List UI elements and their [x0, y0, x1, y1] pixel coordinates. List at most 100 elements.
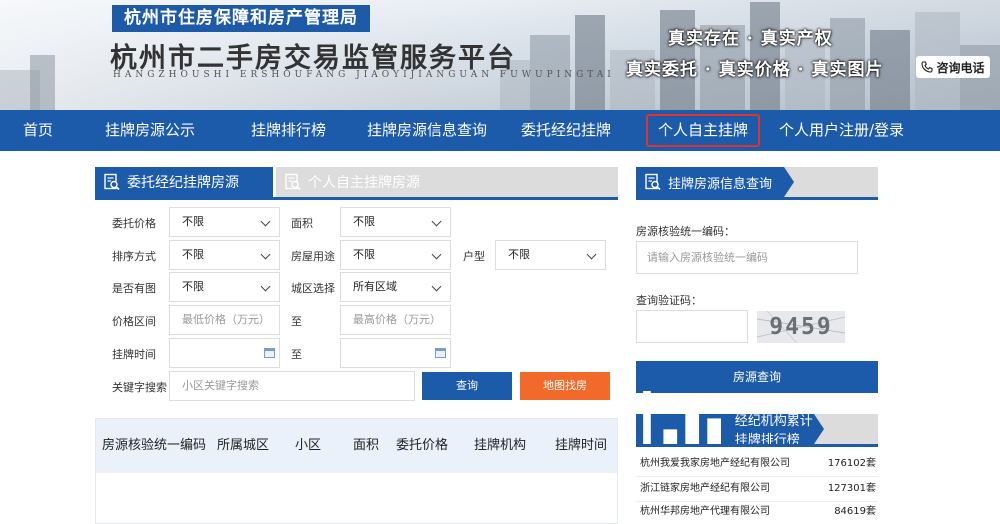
nav-item-personal-listing[interactable]: 个人自主挂牌 — [646, 114, 761, 147]
slogan-line-2: 真实委托 · 真实价格 · 真实图片 — [626, 60, 884, 80]
photo-select[interactable]: 不限 — [169, 272, 280, 302]
layout-select[interactable]: 不限 — [495, 240, 606, 270]
usage-label: 房屋用途 — [291, 250, 335, 263]
nav-item-listing-query[interactable]: 挂牌房源信息查询 — [367, 110, 487, 151]
sort-select-value: 不限 — [182, 248, 204, 261]
results-table: 房源核验统一编码 所属城区 小区 面积 委托价格 挂牌机构 挂牌时间 — [95, 418, 618, 524]
consult-phone-button[interactable]: 咨询电话 — [916, 56, 990, 78]
price-min-input[interactable]: 最低价格（万元） — [169, 305, 280, 335]
captcha-input[interactable] — [636, 310, 748, 343]
chevron-down-icon — [431, 249, 442, 260]
price-range-label: 价格区间 — [112, 315, 156, 328]
consult-phone-label: 咨询电话 — [936, 60, 985, 75]
district-label: 城区选择 — [291, 282, 335, 295]
price-max-input[interactable]: 最高价格（万元） — [340, 305, 451, 335]
ranking-count: 84619套 — [834, 506, 876, 517]
map-search-button[interactable]: 地图找房 — [520, 372, 610, 400]
district-select[interactable]: 所有区域 — [340, 272, 451, 302]
column-header-code: 房源核验统一编码 — [102, 438, 207, 453]
keyword-label: 关键字搜索 — [112, 381, 167, 394]
captcha-label: 查询验证码： — [636, 294, 702, 307]
tab-personal-listings-label: 个人自主挂牌房源 — [308, 175, 420, 191]
code-label: 房源核验统一编码： — [636, 225, 735, 238]
column-header-community: 小区 — [295, 438, 322, 453]
header-banner: 杭州市住房保障和房产管理局 杭州市二手房交易监管服务平台 HANGZHOUSHI… — [0, 0, 1000, 110]
listing-time-start-input[interactable] — [169, 338, 280, 368]
document-search-icon — [645, 173, 661, 191]
price-select-value: 不限 — [182, 215, 204, 228]
search-button[interactable]: 查询 — [422, 372, 512, 400]
document-search-icon — [285, 173, 301, 191]
sort-select[interactable]: 不限 — [169, 240, 280, 270]
skyline-building — [575, 15, 605, 110]
ranking-row[interactable]: 杭州我爱我家房地产经纪有限公司 176102套 — [640, 452, 878, 476]
column-header-district: 所属城区 — [217, 438, 270, 453]
photo-label: 是否有图 — [112, 282, 156, 295]
bureau-name: 杭州市住房保障和房产管理局 — [112, 5, 370, 32]
document-search-icon — [104, 173, 120, 191]
layout-label: 户型 — [463, 250, 485, 263]
nav-item-home[interactable]: 首页 — [23, 110, 53, 151]
main-nav: 首页 挂牌房源公示 挂牌排行榜 挂牌房源信息查询 委托经纪挂牌 个人自主挂牌 个… — [0, 110, 1000, 151]
captcha-image[interactable]: 9459 — [757, 311, 845, 343]
keyword-input[interactable]: 小区关键字搜索 — [169, 371, 415, 401]
price-label: 委托价格 — [112, 217, 156, 230]
area-select-value: 不限 — [353, 215, 375, 228]
chevron-down-icon — [586, 249, 597, 260]
skyline-building — [30, 55, 55, 110]
chevron-down-icon — [260, 281, 271, 292]
ranking-agency-name: 杭州华邦房地产代理有限公司 — [640, 506, 770, 517]
chevron-down-icon — [260, 216, 271, 227]
listing-time-end-input[interactable] — [340, 338, 451, 368]
calendar-icon[interactable] — [264, 348, 275, 358]
ranking-row[interactable]: 杭州华邦房地产代理有限公司 84619套 — [640, 500, 878, 524]
query-panel-title-label: 挂牌房源信息查询 — [668, 176, 773, 192]
ranking-count: 127301套 — [827, 483, 876, 494]
query-tab-underline — [636, 197, 878, 200]
usage-select-value: 不限 — [353, 248, 375, 261]
ranking-tab-arrow — [814, 414, 824, 444]
platform-pinyin: HANGZHOUSHI ERSHOUFANG JIAOYIJIANGUAN FU… — [113, 70, 615, 80]
layout-select-value: 不限 — [508, 248, 530, 261]
nav-item-listing-publicity[interactable]: 挂牌房源公示 — [105, 110, 195, 151]
calendar-icon[interactable] — [435, 348, 446, 358]
column-header-price: 委托价格 — [396, 438, 449, 453]
chevron-down-icon — [431, 281, 442, 292]
code-input[interactable]: 请输入房源核验统一编码 — [636, 241, 858, 274]
ranking-count: 176102套 — [827, 458, 876, 469]
usage-select[interactable]: 不限 — [340, 240, 451, 270]
column-header-agency: 挂牌机构 — [474, 438, 527, 453]
area-label: 面积 — [291, 217, 313, 230]
district-select-value: 所有区域 — [353, 280, 397, 293]
results-table-header: 房源核验统一编码 所属城区 小区 面积 委托价格 挂牌机构 挂牌时间 — [96, 419, 617, 473]
tab-personal-listings[interactable]: 个人自主挂牌房源 — [276, 167, 618, 197]
query-panel-title: 挂牌房源信息查询 — [636, 167, 784, 197]
query-tab-arrow — [784, 167, 794, 197]
tab-underline — [95, 197, 618, 200]
nav-item-ranking[interactable]: 挂牌排行榜 — [251, 110, 326, 151]
ranking-agency-name: 浙江链家房地产经纪有限公司 — [640, 483, 770, 494]
chevron-down-icon — [431, 216, 442, 227]
area-select[interactable]: 不限 — [340, 207, 451, 237]
price-select[interactable]: 不限 — [169, 207, 280, 237]
column-header-area: 面积 — [353, 438, 380, 453]
ranking-panel-title-label: 经纪机构累计挂牌排行榜 — [734, 414, 813, 448]
slogan-line-1: 真实存在 · 真实产权 — [668, 29, 833, 49]
nav-item-register-login[interactable]: 个人用户注册/登录 — [779, 110, 904, 151]
ranking-row[interactable]: 浙江链家房地产经纪有限公司 127301套 — [640, 477, 878, 501]
sort-label: 排序方式 — [112, 250, 156, 263]
ranking-tab-underline — [636, 444, 878, 447]
nav-item-agent-listing[interactable]: 委托经纪挂牌 — [521, 110, 611, 151]
phone-icon — [921, 61, 934, 73]
tab-agent-listings-label: 委托经纪挂牌房源 — [127, 175, 239, 191]
column-header-listing-time: 挂牌时间 — [555, 438, 608, 453]
listing-time-label: 挂牌时间 — [112, 348, 156, 361]
captcha-text: 9459 — [769, 314, 833, 340]
time-to-label: 至 — [291, 348, 302, 361]
price-to-label: 至 — [291, 315, 302, 328]
ranking-panel-title: 经纪机构累计挂牌排行榜 — [636, 390, 814, 472]
ranking-agency-name: 杭州我爱我家房地产经纪有限公司 — [640, 458, 790, 469]
photo-select-value: 不限 — [182, 280, 204, 293]
chevron-down-icon — [260, 249, 271, 260]
tab-agent-listings[interactable]: 委托经纪挂牌房源 — [95, 167, 273, 197]
